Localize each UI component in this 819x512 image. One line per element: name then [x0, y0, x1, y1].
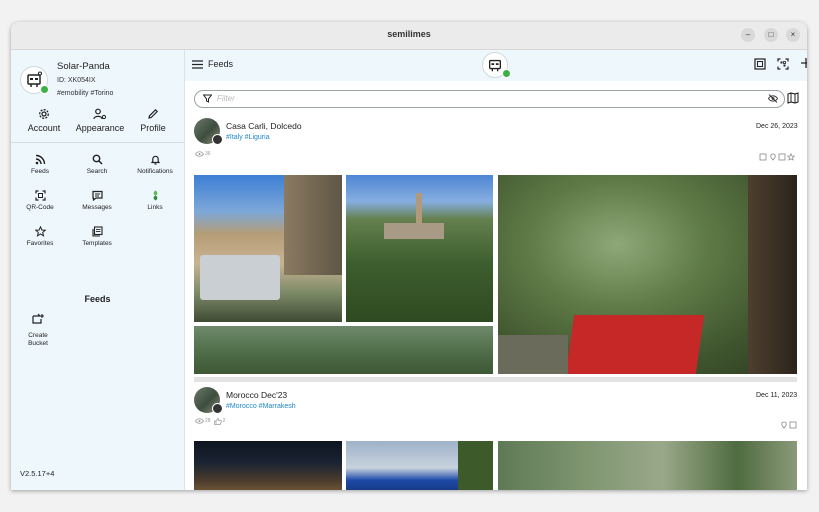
sidebar-divider: [11, 142, 184, 143]
menu-icon[interactable]: [192, 60, 203, 69]
eye-icon: [195, 418, 204, 424]
create-bucket-label: Create Bucket: [28, 332, 48, 347]
red-crate-shape: [565, 315, 705, 374]
star-icon: [34, 226, 46, 237]
nav-templates[interactable]: Templates: [68, 226, 126, 247]
qr-scan-icon[interactable]: [777, 58, 789, 70]
views-count: 28: [205, 418, 211, 424]
nav-qr-code-label: QR-Code: [26, 204, 54, 211]
post-photo[interactable]: [194, 326, 493, 374]
filter-icon: [203, 94, 212, 103]
vehicle-shape: [200, 255, 280, 300]
header-online-dot: [502, 69, 511, 78]
post-actions-icons[interactable]: [781, 421, 797, 429]
nav-search-label: Search: [86, 168, 108, 175]
account-label: Account: [27, 123, 61, 133]
message-icon: [91, 190, 103, 201]
filter-input[interactable]: [217, 92, 737, 105]
account-button[interactable]: Account: [14, 108, 74, 133]
pencil-icon: [148, 108, 159, 119]
post-photo[interactable]: [346, 441, 493, 490]
nav-search[interactable]: Search: [68, 154, 126, 175]
online-status-dot: [40, 85, 49, 94]
close-button[interactable]: ×: [786, 28, 800, 42]
sidebar: Solar-Panda ID: XK054IX #emobility #Tori…: [11, 50, 185, 490]
post-photo[interactable]: [498, 175, 797, 374]
title-bar[interactable]: semilimes – □ ×: [11, 22, 807, 50]
plant-shape: [458, 441, 493, 490]
search-icon: [92, 154, 103, 165]
post-badge-icon: [212, 403, 223, 414]
stone-wall-shape: [498, 335, 568, 374]
app-version: V2.5.17+4: [20, 469, 55, 478]
nav-qr-code[interactable]: QR-Code: [11, 190, 69, 211]
profile-button[interactable]: Profile: [123, 108, 183, 133]
post-photo[interactable]: [346, 175, 493, 322]
maximize-button[interactable]: □: [764, 28, 778, 42]
nav-links[interactable]: Links: [126, 190, 184, 211]
window-title: semilimes: [387, 29, 431, 39]
main-content: Feeds Casa Carli, Dolcedo #I: [185, 50, 807, 490]
qr-icon: [34, 190, 46, 201]
user-name: Solar-Panda: [57, 61, 110, 72]
nav-feeds-label: Feeds: [30, 168, 50, 175]
gear-icon: [39, 109, 49, 119]
profile-label: Profile: [140, 123, 166, 133]
bell-icon: [150, 155, 160, 165]
post-date: Dec 11, 2023: [756, 392, 798, 399]
post-photo[interactable]: [194, 441, 342, 490]
nav-templates-label: Templates: [82, 240, 112, 247]
layout-icon[interactable]: [754, 58, 766, 70]
nav-notifications-label: Notifications: [137, 168, 173, 175]
appearance-icon: [93, 108, 107, 120]
village-shape: [384, 223, 444, 239]
user-id: ID: XK054IX: [57, 77, 96, 84]
nav-messages[interactable]: Messages: [68, 190, 126, 211]
templates-icon: [91, 226, 103, 237]
map-icon[interactable]: [787, 92, 799, 104]
post-photo[interactable]: [194, 175, 342, 322]
nav-messages-label: Messages: [82, 204, 112, 211]
tree-trunk-shape: [748, 175, 797, 374]
appearance-label: Appearance: [75, 123, 125, 133]
nav-notifications[interactable]: Notifications: [126, 154, 184, 175]
main-header: Feeds: [185, 50, 807, 81]
eye-icon: [195, 151, 204, 157]
post-tags[interactable]: #Italy #Liguria: [226, 134, 270, 141]
rss-icon: [35, 154, 45, 165]
add-icon[interactable]: [801, 58, 807, 68]
filter-field: [194, 90, 785, 108]
post-photo[interactable]: [498, 441, 797, 490]
links-icon: [153, 190, 157, 201]
post-tags[interactable]: #Morocco #Marrakesh: [226, 403, 296, 410]
minimize-button[interactable]: –: [741, 28, 755, 42]
create-bucket-button[interactable]: Create Bucket: [25, 312, 51, 348]
views-count: 36: [205, 151, 211, 157]
create-bucket-icon: [32, 313, 44, 324]
nav-links-label: Links: [147, 204, 163, 211]
post-divider: [194, 377, 797, 382]
account-actions: Account Appearance Profile: [11, 108, 184, 138]
post-views: 28 2: [195, 418, 225, 425]
feeds-section-title: Feeds: [84, 294, 111, 304]
post-date: Dec 26, 2023: [756, 123, 798, 130]
building-shape: [284, 175, 342, 275]
thumbs-up-icon[interactable]: [213, 418, 222, 425]
panda-robot-icon: [489, 59, 501, 72]
post-views: 36: [195, 151, 211, 157]
nav-favorites[interactable]: Favorites: [11, 226, 69, 247]
likes-count: 2: [222, 418, 226, 424]
post-title[interactable]: Casa Carli, Dolcedo: [226, 121, 302, 131]
user-tags: #emobility #Torino: [57, 90, 114, 97]
app-window: semilimes – □ × Solar-Panda ID: XK054IX …: [11, 22, 807, 490]
post-actions-icons[interactable]: [759, 153, 795, 161]
page-title: Feeds: [208, 59, 234, 69]
post-title[interactable]: Morocco Dec'23: [226, 390, 287, 400]
hide-eye-icon[interactable]: [768, 94, 778, 103]
nav-favorites-label: Favorites: [26, 240, 54, 247]
post-badge-icon: [212, 134, 223, 145]
appearance-button[interactable]: Appearance: [70, 108, 130, 133]
nav-feeds[interactable]: Feeds: [11, 154, 69, 175]
